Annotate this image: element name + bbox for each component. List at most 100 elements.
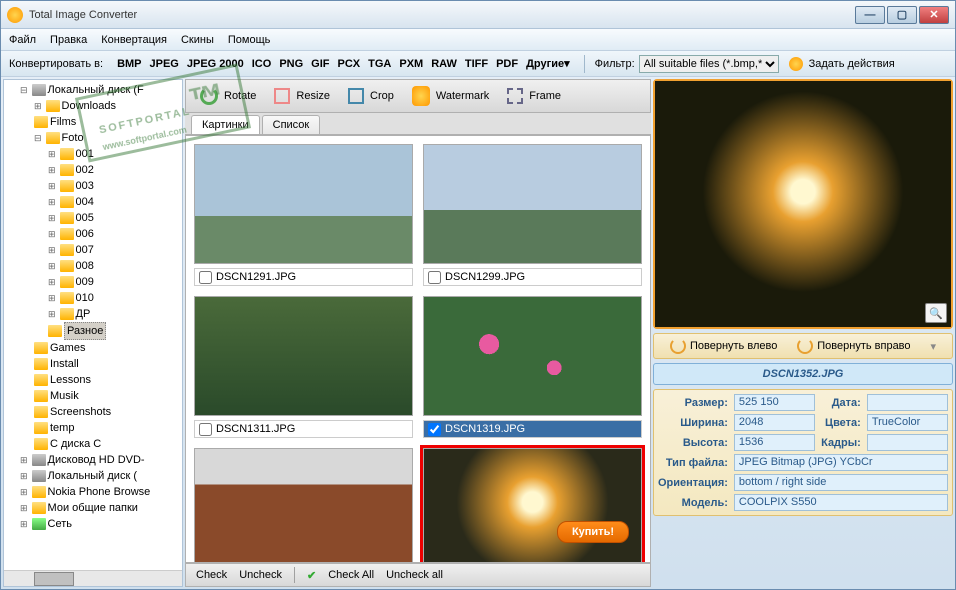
format-другие▾[interactable]: Другие▾ xyxy=(522,56,574,72)
thumbnail-item[interactable] xyxy=(194,448,413,563)
tree-item[interactable]: 005 xyxy=(76,210,94,226)
minimize-button[interactable]: — xyxy=(855,6,885,24)
window-title: Total Image Converter xyxy=(29,9,855,21)
tree-item[interactable]: Lessons xyxy=(50,372,91,388)
rotate-left-button[interactable]: Повернуть влево xyxy=(670,338,777,354)
thumbnail-name[interactable]: DSCN1319.JPG xyxy=(423,420,642,438)
thumbnail-name[interactable]: DSCN1299.JPG xyxy=(423,268,642,286)
thumbnail-item[interactable]: DSCN1311.JPG xyxy=(194,296,413,438)
tree-item[interactable]: 007 xyxy=(76,242,94,258)
tree-item[interactable]: 001 xyxy=(76,146,94,162)
menu-edit[interactable]: Правка xyxy=(50,34,87,46)
menu-convert[interactable]: Конвертация xyxy=(101,34,167,46)
tab-list[interactable]: Список xyxy=(262,115,321,134)
thumbnail-checkbox[interactable] xyxy=(199,271,212,284)
thumbnail-grid[interactable]: DSCN1291.JPG DSCN1299.JPG DSCN1311.JPG DSCN… xyxy=(185,135,651,563)
format-pcx[interactable]: PCX xyxy=(334,56,365,72)
check-button[interactable]: Check xyxy=(196,569,227,581)
zoom-button[interactable]: 🔍 xyxy=(925,303,947,323)
rotate-left-icon xyxy=(670,338,686,354)
thumbnail-image[interactable] xyxy=(194,448,413,563)
thumbnail-image[interactable] xyxy=(423,144,642,264)
thumbnail-image[interactable] xyxy=(194,296,413,416)
thumbnail-name[interactable]: DSCN1311.JPG xyxy=(194,420,413,438)
rotate-menu-icon[interactable]: ▾ xyxy=(930,340,936,353)
thumbnail-name[interactable]: DSCN1291.JPG xyxy=(194,268,413,286)
rotate-right-button[interactable]: Повернуть вправо xyxy=(797,338,910,354)
meta-height-value: 1536 xyxy=(734,434,815,451)
thumbnail-checkbox[interactable] xyxy=(199,423,212,436)
format-png[interactable]: PNG xyxy=(275,56,307,72)
tree-item[interactable]: Musik xyxy=(50,388,79,404)
thumbnail-item[interactable] xyxy=(423,448,642,563)
uncheck-all-button[interactable]: Uncheck all xyxy=(386,569,443,581)
tree-item[interactable]: Nokia Phone Browse xyxy=(48,484,151,500)
thumbnail-checkbox[interactable] xyxy=(428,423,441,436)
menu-file[interactable]: Файл xyxy=(9,34,36,46)
thumbnail-item[interactable]: DSCN1299.JPG xyxy=(423,144,642,286)
format-jpeg[interactable]: JPEG xyxy=(146,56,183,72)
tree-item[interactable]: Games xyxy=(50,340,85,356)
tree-item[interactable]: Install xyxy=(50,356,79,372)
tree-item[interactable]: Разное xyxy=(64,322,106,340)
uncheck-button[interactable]: Uncheck xyxy=(239,569,282,581)
crop-button[interactable]: Crop xyxy=(348,88,394,104)
network-icon xyxy=(32,518,46,530)
thumbnail-checkbox[interactable] xyxy=(428,271,441,284)
meta-size-label: Размер: xyxy=(658,397,728,409)
tree-item[interactable]: temp xyxy=(50,420,74,436)
watermark-button[interactable]: Watermark xyxy=(412,86,489,106)
folder-icon xyxy=(60,244,74,256)
check-all-button[interactable]: Check All xyxy=(328,569,374,581)
tree-item[interactable]: 002 xyxy=(76,162,94,178)
folder-icon xyxy=(60,212,74,224)
format-gif[interactable]: GIF xyxy=(307,56,333,72)
tree-item[interactable]: Мои общие папки xyxy=(48,500,138,516)
tree-item[interactable]: 004 xyxy=(76,194,94,210)
tree-item[interactable]: Дисковод HD DVD- xyxy=(48,452,145,468)
format-tga[interactable]: TGA xyxy=(364,56,395,72)
filter-select[interactable]: All suitable files (*.bmp,*.j xyxy=(639,55,779,73)
thumbnail-image[interactable] xyxy=(423,296,642,416)
format-jpeg 2000[interactable]: JPEG 2000 xyxy=(183,56,248,72)
thumbnail-item[interactable]: DSCN1291.JPG xyxy=(194,144,413,286)
tree-item[interactable]: ДР xyxy=(76,306,91,322)
menu-skins[interactable]: Скины xyxy=(181,34,214,46)
tree-item[interactable]: Локальный диск ( xyxy=(48,468,137,484)
tree-item[interactable]: Foto xyxy=(62,130,84,146)
rotate-button[interactable]: Rotate xyxy=(200,87,256,105)
tab-thumbnails[interactable]: Картинки xyxy=(191,115,260,134)
format-pdf[interactable]: PDF xyxy=(492,56,522,72)
format-bmp[interactable]: BMP xyxy=(113,56,145,72)
thumbnail-image[interactable] xyxy=(423,448,642,563)
tree-item[interactable]: Films xyxy=(50,114,76,130)
horizontal-scrollbar[interactable] xyxy=(4,570,182,586)
tree-item[interactable]: 003 xyxy=(76,178,94,194)
tree-item[interactable]: Локальный диск (F xyxy=(48,82,144,98)
maximize-button[interactable]: ▢ xyxy=(887,6,917,24)
tree-item[interactable]: Screenshots xyxy=(50,404,111,420)
thumbnail-image[interactable] xyxy=(194,144,413,264)
resize-button[interactable]: Resize xyxy=(274,88,330,104)
tree-item[interactable]: 010 xyxy=(76,290,94,306)
tree-item[interactable]: Сеть xyxy=(48,516,72,532)
tree-item[interactable]: Downloads xyxy=(62,98,116,114)
format-tiff[interactable]: TIFF xyxy=(461,56,492,72)
format-pxm[interactable]: PXM xyxy=(395,56,427,72)
folder-tree[interactable]: Локальный диск (F Downloads Films Foto 0… xyxy=(4,80,182,570)
set-actions-button[interactable]: Задать действия xyxy=(809,58,895,70)
format-raw[interactable]: RAW xyxy=(427,56,461,72)
format-ico[interactable]: ICO xyxy=(248,56,276,72)
thumbnail-item[interactable]: DSCN1319.JPG xyxy=(423,296,642,438)
buy-button[interactable]: Купить! xyxy=(557,521,629,543)
tree-item[interactable]: С диска С xyxy=(50,436,101,452)
folder-icon xyxy=(60,196,74,208)
tree-item[interactable]: 006 xyxy=(76,226,94,242)
meta-orient-value: bottom / right side xyxy=(734,474,948,491)
menu-help[interactable]: Помощь xyxy=(228,34,271,46)
frame-button[interactable]: Frame xyxy=(507,88,561,104)
close-button[interactable]: ✕ xyxy=(919,6,949,24)
tree-item[interactable]: 009 xyxy=(76,274,94,290)
tree-item[interactable]: 008 xyxy=(76,258,94,274)
meta-filetype-label: Тип файла: xyxy=(658,457,728,469)
